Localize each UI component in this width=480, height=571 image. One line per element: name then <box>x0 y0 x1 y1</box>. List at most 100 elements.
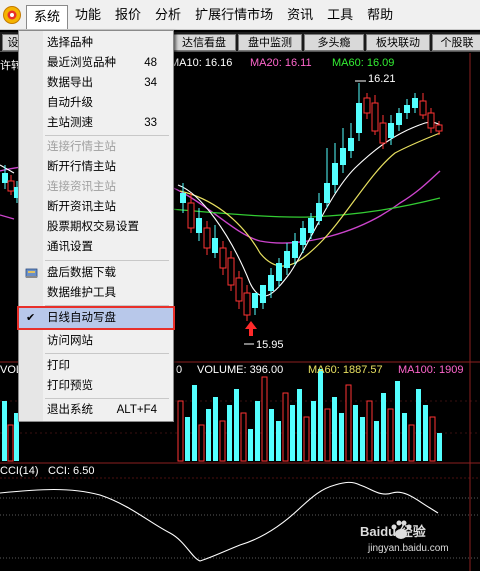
cci-value-label: CCI: 6.50 <box>48 465 95 477</box>
watermark-brand: Baidu 经验 <box>360 524 426 539</box>
volume-bar <box>374 421 379 461</box>
candle-body <box>324 183 330 203</box>
menu-item-print-preview[interactable]: 打印预览 <box>19 376 173 396</box>
menu-item-data-maintenance[interactable]: 数据维护工具 <box>19 283 173 303</box>
app-window: 系统 功能 报价 分析 扩展行情市场 资讯 工具 帮助 设 达信看盘 盘中监测 … <box>0 0 480 571</box>
menu-separator <box>45 305 169 306</box>
ma60-label: MA60: 16.09 <box>332 57 395 69</box>
volume-bar <box>332 397 337 461</box>
tab-bullish[interactable]: 多头瘾 <box>304 34 364 51</box>
menu-item-data-export[interactable]: 数据导出 34 <box>19 73 173 93</box>
menu-help[interactable]: 帮助 <box>360 4 400 26</box>
volume-bar <box>387 408 394 462</box>
tab-board-view[interactable]: 达信看盘 <box>172 34 236 51</box>
volume-bar <box>408 424 415 462</box>
menu-item-options-trade-settings[interactable]: 股票期权交易设置 <box>19 217 173 237</box>
ma10-label: MA10: 16.16 <box>170 57 233 69</box>
volume-bar <box>402 413 407 461</box>
volume-bar <box>297 389 302 461</box>
volume-bar <box>269 409 274 461</box>
candle-body <box>388 123 394 138</box>
candle-body <box>371 102 379 132</box>
checkmark-icon: ✔ <box>26 312 36 324</box>
candle-body <box>419 100 427 116</box>
volume-bar <box>206 409 211 461</box>
volume-bar <box>311 401 316 461</box>
candle-body <box>260 285 266 303</box>
candle-body <box>435 124 443 132</box>
menu-item-server-speed-test[interactable]: 主站测速 33 <box>19 113 173 133</box>
menu-item-exit-system[interactable]: 退出系统 ALT+F4 <box>19 400 173 420</box>
volume-value-label: VOLUME: 396.00 <box>197 364 284 376</box>
candle-body <box>7 180 15 192</box>
menu-item-print[interactable]: 打印 <box>19 356 173 376</box>
menu-function[interactable]: 功能 <box>68 4 108 26</box>
candle-body <box>316 203 322 221</box>
candle-body <box>203 227 211 249</box>
menu-news[interactable]: 资讯 <box>280 4 320 26</box>
volume-bar <box>7 424 14 462</box>
menu-item-disconnect-quote-server[interactable]: 断开行情主站 <box>19 157 173 177</box>
menu-quote[interactable]: 报价 <box>108 4 148 26</box>
menu-item-recent-browsed[interactable]: 最近浏览品种 48 <box>19 53 173 73</box>
volume-bar <box>234 389 239 461</box>
ma-yellow-line <box>179 132 441 267</box>
menu-separator <box>45 398 169 399</box>
volume-ma60-label: MA60: 1887.57 <box>308 364 383 376</box>
app-logo-icon[interactable] <box>2 5 22 25</box>
menu-item-after-hours-download[interactable]: 盘后数据下载 <box>19 263 173 283</box>
volume-bar <box>261 376 268 462</box>
low-price-label: 15.95 <box>256 339 284 351</box>
menu-item-daily-auto-write[interactable]: ✔ 日线自动写盘 <box>17 306 175 330</box>
candle-body <box>212 238 218 253</box>
candle-body <box>340 148 346 165</box>
volume-bar <box>192 385 197 461</box>
volume-ma100-label: MA100: 1909 <box>398 364 464 376</box>
candle-body <box>404 105 410 113</box>
candle-body <box>243 292 251 316</box>
menu-item-comm-settings[interactable]: 通讯设置 <box>19 237 173 257</box>
candle-body <box>427 112 435 129</box>
system-menu-dropdown: 选择品种 最近浏览品种 48 数据导出 34 自动升级 主站测速 33 连接行情主站 … <box>17 30 175 422</box>
volume-bar <box>324 408 331 462</box>
volume-bar <box>248 429 253 461</box>
candle-body <box>292 241 298 258</box>
menu-analysis[interactable]: 分析 <box>148 4 188 26</box>
tab-sector-linkage[interactable]: 板块联动 <box>366 34 430 51</box>
candle-body <box>308 218 314 233</box>
menu-item-visit-website[interactable]: 访问网站 <box>19 331 173 351</box>
ma-left-magenta-segment <box>0 214 15 220</box>
menu-separator <box>45 135 169 136</box>
tab-stock-linkage[interactable]: 个股联 <box>432 34 480 51</box>
menu-item-auto-upgrade[interactable]: 自动升级 <box>19 93 173 113</box>
candle-body <box>252 293 258 308</box>
volume-bar <box>282 392 289 462</box>
menu-system[interactable]: 系统 <box>26 4 69 29</box>
menu-item-disconnect-news-server[interactable]: 断开资讯主站 <box>19 197 173 217</box>
volume-bar <box>345 384 352 462</box>
baidu-watermark: Baidu 经验 jingyan.baidu.com <box>360 519 460 557</box>
watermark-url: jingyan.baidu.com <box>368 543 449 554</box>
menu-item-select-variety[interactable]: 选择品种 <box>19 33 173 53</box>
volume-bar <box>219 420 226 462</box>
candle-body <box>219 247 227 269</box>
candle-body <box>2 173 8 183</box>
low-point-arrow-icon <box>245 321 257 336</box>
volume-bar <box>276 421 281 461</box>
menu-separator <box>45 260 169 261</box>
candle-body <box>332 163 338 185</box>
volume-zero-label: 0 <box>176 364 183 376</box>
menu-tools[interactable]: 工具 <box>320 4 360 26</box>
candle-body <box>235 277 243 302</box>
volume-bar <box>2 401 7 461</box>
menu-extended-market[interactable]: 扩展行情市场 <box>188 4 280 26</box>
volume-bar <box>360 417 365 461</box>
volume-bar <box>395 381 400 461</box>
tab-intraday-monitor[interactable]: 盘中监测 <box>238 34 302 51</box>
volume-bar <box>240 412 247 462</box>
volume-bar <box>318 369 323 461</box>
volume-bar <box>303 416 310 462</box>
menu-item-connect-quote-server: 连接行情主站 <box>47 141 116 153</box>
volume-bar <box>366 400 373 462</box>
candle-body <box>356 103 362 133</box>
